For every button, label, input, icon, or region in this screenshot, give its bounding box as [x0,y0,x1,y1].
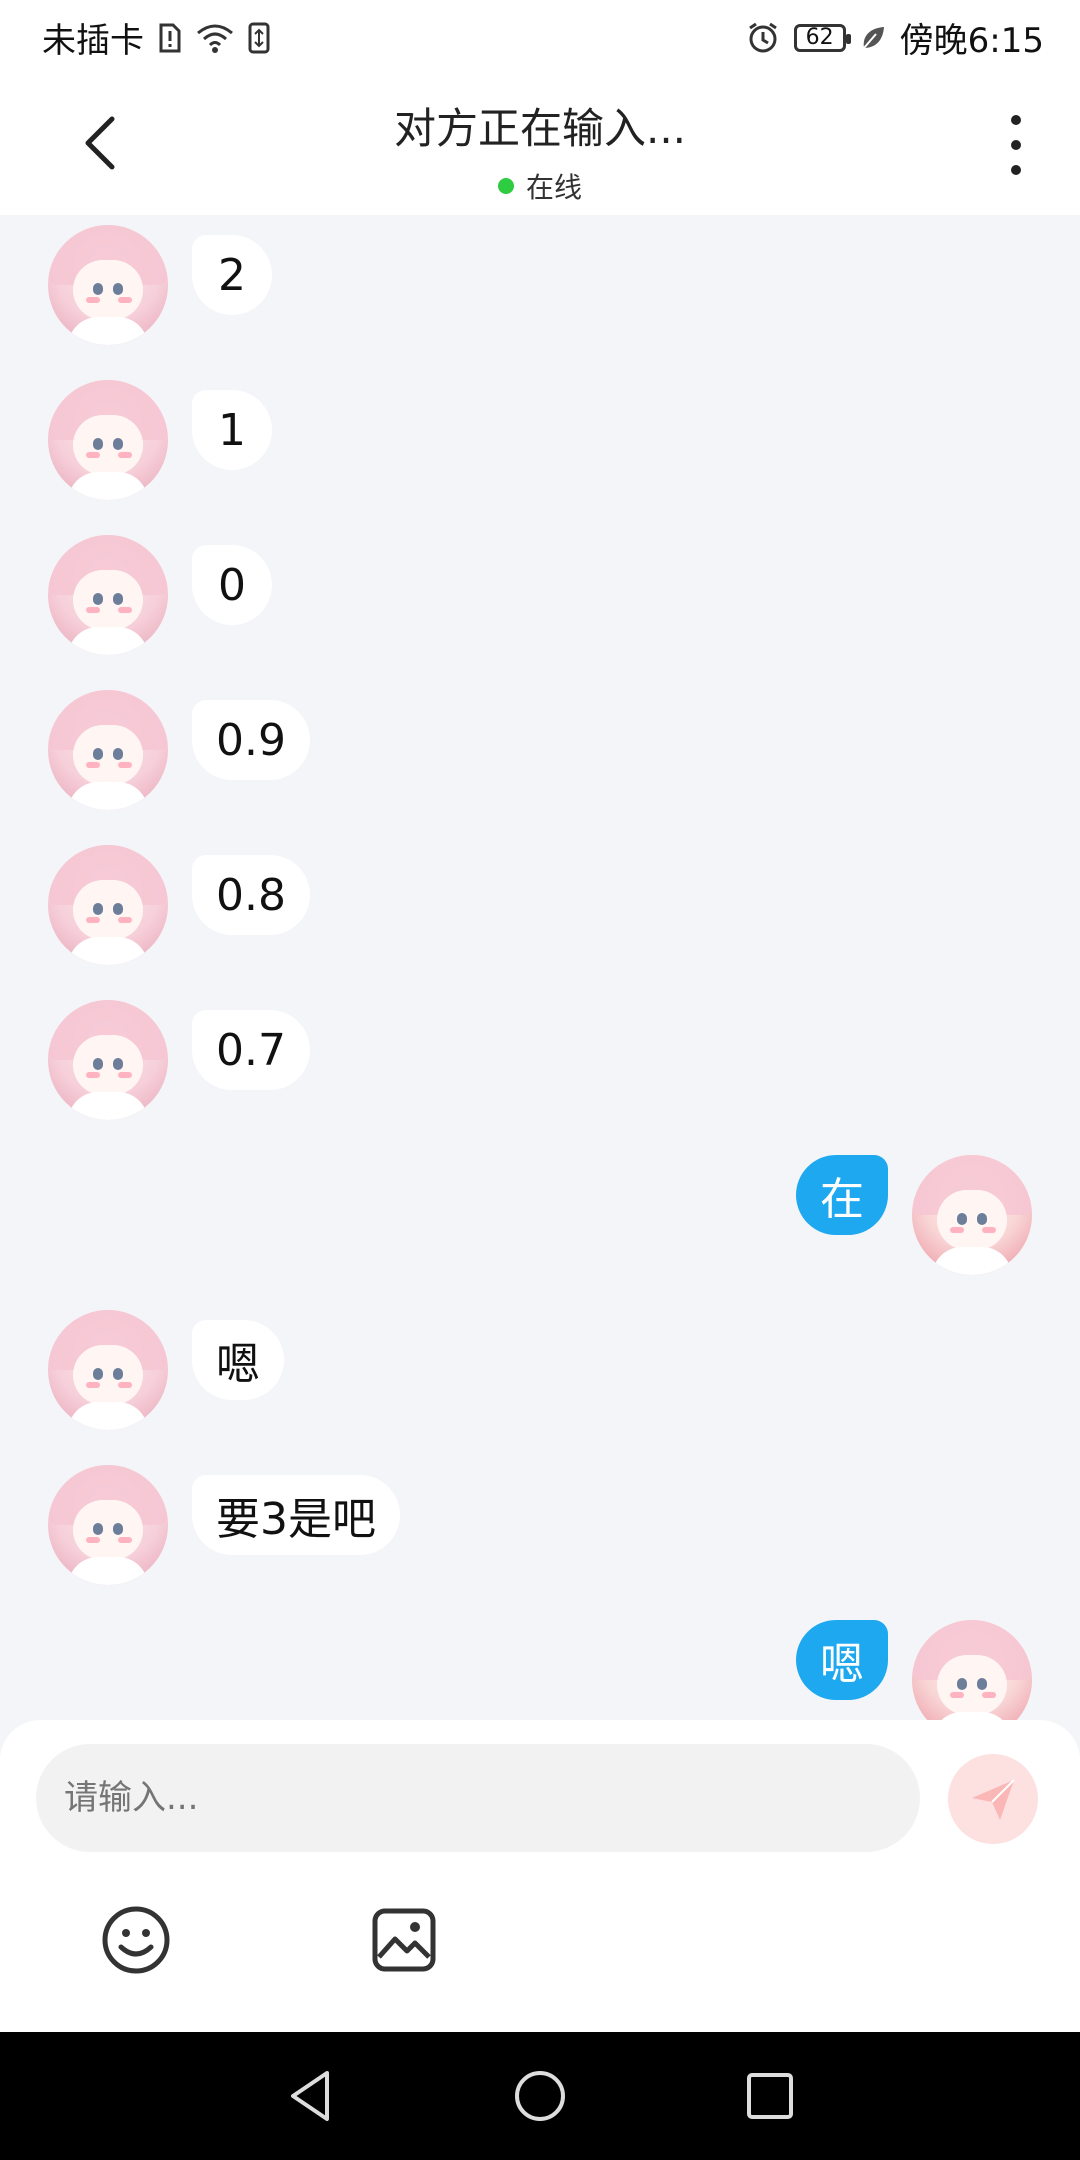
more-vertical-icon [1011,115,1021,125]
nav-back-button[interactable] [280,2066,340,2126]
emoji-icon [102,1906,170,1974]
more-options-button[interactable] [996,115,1036,175]
send-button[interactable] [948,1754,1038,1844]
chat-header: 对方正在输入... 在线 [0,75,1080,215]
self-avatar[interactable] [912,1620,1032,1720]
incoming-bubble[interactable]: 要3是吧 [192,1475,400,1555]
message-row: 2 [0,225,1080,350]
page-title: 对方正在输入... [393,104,687,153]
contact-avatar[interactable] [48,690,168,810]
contact-avatar[interactable] [48,380,168,500]
message-composer [0,1720,1080,2032]
incoming-bubble[interactable]: 0.7 [192,1010,310,1090]
online-dot-icon [497,178,514,194]
self-avatar[interactable] [912,1155,1032,1275]
nav-recent-button[interactable] [740,2066,800,2126]
more-vertical-icon-dot [1011,140,1021,150]
clock-time: 傍晚6:15 [899,21,1044,61]
more-vertical-icon-dot [1011,165,1021,175]
header-title-area: 对方正在输入... 在线 [0,95,1080,206]
outgoing-bubble[interactable]: 在 [796,1155,888,1235]
contact-avatar[interactable] [48,845,168,965]
alarm-icon [746,21,780,55]
incoming-bubble[interactable]: 1 [192,390,272,470]
leaf-icon [860,24,886,52]
battery-level: 62 [805,25,834,50]
emoji-button[interactable] [96,1900,176,1980]
outgoing-bubble[interactable]: 嗯 [796,1620,888,1700]
incoming-bubble[interactable]: 0.8 [192,855,310,935]
contact-avatar[interactable] [48,1000,168,1120]
sim-missing-icon [158,22,182,54]
status-left: 未插卡 [42,13,270,62]
message-row: 在 [0,1155,1080,1280]
message-row: 嗯 [0,1620,1080,1720]
carrier-label: 未插卡 [42,21,144,61]
image-button[interactable] [364,1900,444,1980]
incoming-bubble[interactable]: 0.9 [192,700,310,780]
incoming-bubble[interactable]: 0 [192,545,272,625]
message-row: 嗯 [0,1310,1080,1435]
contact-avatar[interactable] [48,535,168,655]
message-input[interactable] [36,1744,920,1852]
incoming-bubble[interactable]: 嗯 [192,1320,284,1400]
nav-back-icon [291,2071,329,2121]
contact-avatar[interactable] [48,1310,168,1430]
system-nav-bar [0,2032,1080,2160]
nav-recent-icon [747,2073,793,2119]
presence-status: 在线 [0,166,1080,206]
contact-avatar[interactable] [48,225,168,345]
message-row: 要3是吧 [0,1465,1080,1590]
battery-icon: 62 [793,23,851,52]
presence-label: 在线 [525,171,582,204]
message-row: 0.7 [0,1000,1080,1125]
contact-avatar[interactable] [48,1465,168,1585]
status-bar: 未插卡 62 傍晚6:15 [0,0,1080,75]
status-right: 62 傍晚6:15 [746,13,1044,62]
message-row: 0.9 [0,690,1080,815]
message-list[interactable]: 2 1 0 0.9 0.8 0.7 在 嗯 要3是吧 嗯 [0,215,1080,1720]
nav-home-icon [515,2071,565,2121]
message-row: 0.8 [0,845,1080,970]
message-row: 0 [0,535,1080,660]
message-row: 1 [0,380,1080,505]
data-transfer-icon [248,22,270,54]
nav-home-button[interactable] [510,2066,570,2126]
image-icon [372,1908,436,1972]
wifi-icon [196,23,234,53]
incoming-bubble[interactable]: 2 [192,235,272,315]
send-icon [972,1779,1015,1820]
